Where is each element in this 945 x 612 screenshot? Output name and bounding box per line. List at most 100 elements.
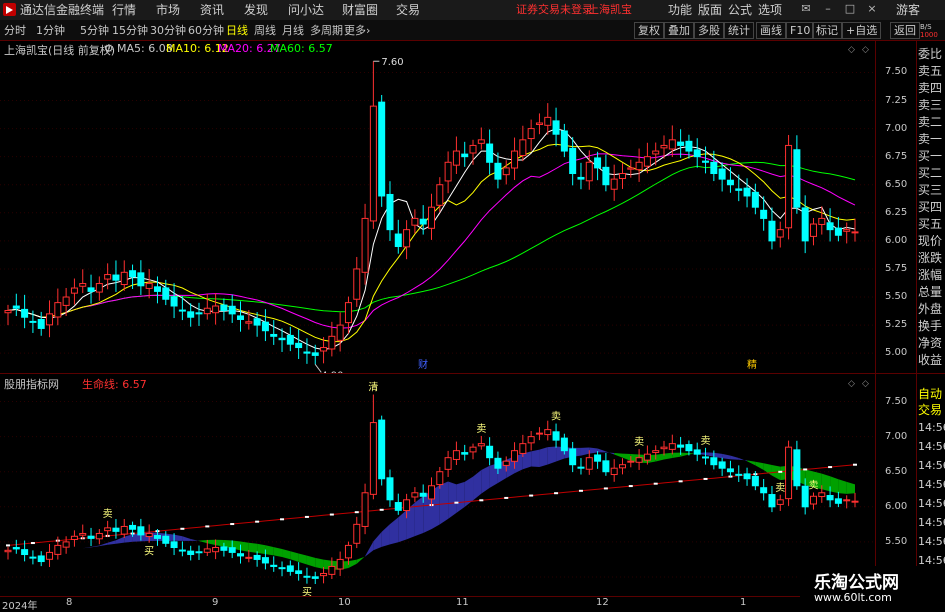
chevron-right-icon[interactable]: › [366,23,370,38]
lifeline-dot [679,480,683,482]
menu-news[interactable]: 资讯 [200,2,224,18]
candle-body [163,536,169,543]
adjust-button[interactable]: 复权 [634,22,664,39]
multi-stock-button[interactable]: 多股 [694,22,724,39]
expand-icon: ◇ [862,379,869,389]
trend-band [847,482,855,494]
tab-5min[interactable]: 5分钟 [80,23,109,38]
candle-body [835,499,841,503]
menu-wealth[interactable]: 财富圈 [342,2,378,18]
quote-field-label[interactable]: 买二 [918,165,945,181]
lifeline-dot [230,523,234,525]
quote-field-label[interactable]: 涨跌 [918,250,945,266]
lifeline-dot [604,487,608,489]
y-tick-label: 7.00 [885,123,907,134]
quote-field-label[interactable]: 换手 [918,318,945,334]
candle-body [669,140,675,149]
close-icon[interactable]: × [866,3,878,15]
candle-body [736,474,742,475]
quote-field-label[interactable]: 卖四 [918,80,945,96]
tick-time: 14:56 [918,458,945,474]
signal-label: 卖 [808,480,818,492]
tab-weekly[interactable]: 周线 [254,23,276,38]
indicator-chart[interactable]: 卖买买清卖卖卖卖卖卖◇◇ [0,374,875,596]
candlestick-chart[interactable]: 7.604.90财精◇◇ [0,40,875,373]
menu-quotes[interactable]: 行情 [112,2,136,18]
f10-button[interactable]: F10 [786,22,814,39]
candle-body [669,444,675,450]
quote-field-label[interactable]: 卖一 [918,131,945,147]
candle-body [329,566,335,574]
trend-band [282,549,290,559]
quote-field-label[interactable]: 买五 [918,216,945,232]
tab-monthly[interactable]: 月线 [282,23,304,38]
quote-field-label[interactable]: 卖二 [918,114,945,130]
quote-field-label[interactable]: 买三 [918,182,945,198]
menu-market[interactable]: 市场 [156,2,180,18]
lifeline-dot [654,483,658,485]
quote-field-label[interactable]: 卖五 [918,63,945,79]
trend-band [182,536,190,541]
tab-15min[interactable]: 15分钟 [112,23,148,38]
menu-discover[interactable]: 发现 [244,2,268,18]
expand-icon: ◇ [862,45,869,55]
quote-field-label[interactable]: 净资 [918,335,945,351]
quote-field-label[interactable]: 委比 [918,46,945,62]
candle-body [387,478,393,500]
auto-trade-label[interactable]: 交易 [918,402,945,418]
candle-body [196,552,202,553]
minimize-icon[interactable]: – [822,3,834,15]
menu-ask[interactable]: 问小达 [288,2,324,18]
candle-body [445,458,451,470]
maximize-icon[interactable]: □ [844,3,856,15]
candle-body [71,288,77,293]
tab-more[interactable]: 更多 [344,23,366,38]
menu-layout[interactable]: 版面 [698,2,722,18]
back-button[interactable]: 返回 [890,22,920,39]
quote-field-label[interactable]: 买一 [918,148,945,164]
candle-body [661,145,667,147]
y-tick-label: 6.25 [885,207,907,218]
tab-30min[interactable]: 30分钟 [150,23,186,38]
draw-line-button[interactable]: 画线 [756,22,786,39]
candle-body [287,566,293,571]
message-icon[interactable]: ✉ [800,3,812,15]
trend-band [116,537,124,544]
add-watchlist-button[interactable]: +自选 [842,22,881,39]
tab-60min[interactable]: 60分钟 [188,23,224,38]
menu-trade[interactable]: 交易 [396,2,420,18]
quote-field-label[interactable]: 总量 [918,284,945,300]
candle-body [179,310,185,311]
menu-function[interactable]: 功能 [668,2,692,18]
tab-multi-period[interactable]: 多周期 [310,23,343,38]
stats-button[interactable]: 统计 [724,22,754,39]
quote-field-label[interactable]: 卖三 [918,97,945,113]
mark-button[interactable]: 标记 [812,22,842,39]
login-notice[interactable]: 证券交易未登录 [516,2,593,18]
y-tick-label: 5.25 [885,319,907,330]
auto-trade-label[interactable]: 自动 [918,386,945,402]
candle-body [321,573,327,575]
menu-formula[interactable]: 公式 [728,2,752,18]
candle-body [221,305,227,310]
quote-field-label[interactable]: 涨幅 [918,267,945,283]
y-tick-label: 7.50 [885,396,907,407]
user-label[interactable]: 游客 [896,2,920,18]
quote-field-label[interactable]: 现价 [918,233,945,249]
tab-1min[interactable]: 1分钟 [36,23,65,38]
x-label: 12 [596,597,609,608]
tab-daily[interactable]: 日线 [226,23,248,38]
tab-minute[interactable]: 分时 [4,23,26,38]
quote-field-label[interactable]: 买四 [918,199,945,215]
quote-field-label[interactable]: 收益 [918,352,945,368]
candle-body [694,150,700,157]
menu-options[interactable]: 选项 [758,2,782,18]
overlay-button[interactable]: 叠加 [664,22,694,39]
candle-body [55,545,61,554]
candle-body [279,568,285,569]
candle-body [802,486,808,507]
trend-band [348,560,356,568]
quote-field-label[interactable]: 外盘 [918,301,945,317]
trend-band [456,482,464,513]
candle-body [130,525,136,529]
